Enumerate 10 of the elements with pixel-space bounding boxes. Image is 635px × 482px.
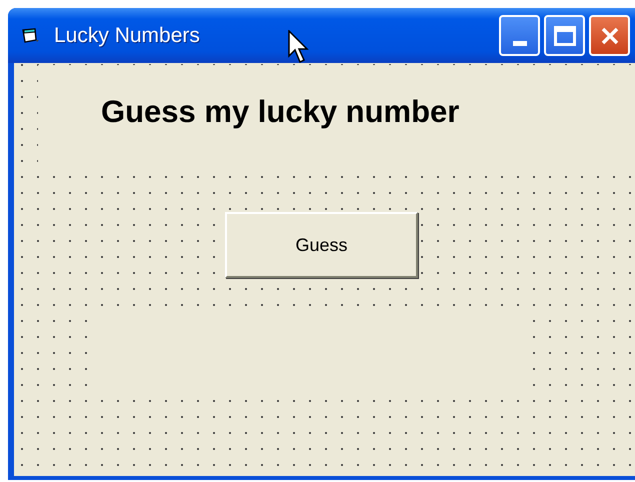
guess-button[interactable]: Guess [225,212,418,278]
close-button[interactable] [589,15,630,56]
maximize-icon [554,26,576,46]
close-icon [600,26,620,46]
minimize-button[interactable] [499,15,540,56]
maximize-button[interactable] [544,15,585,56]
minimize-icon [512,41,526,46]
window-title: Lucky Numbers [54,22,200,49]
mouse-pointer-icon [288,30,312,66]
form-icon [22,28,40,44]
